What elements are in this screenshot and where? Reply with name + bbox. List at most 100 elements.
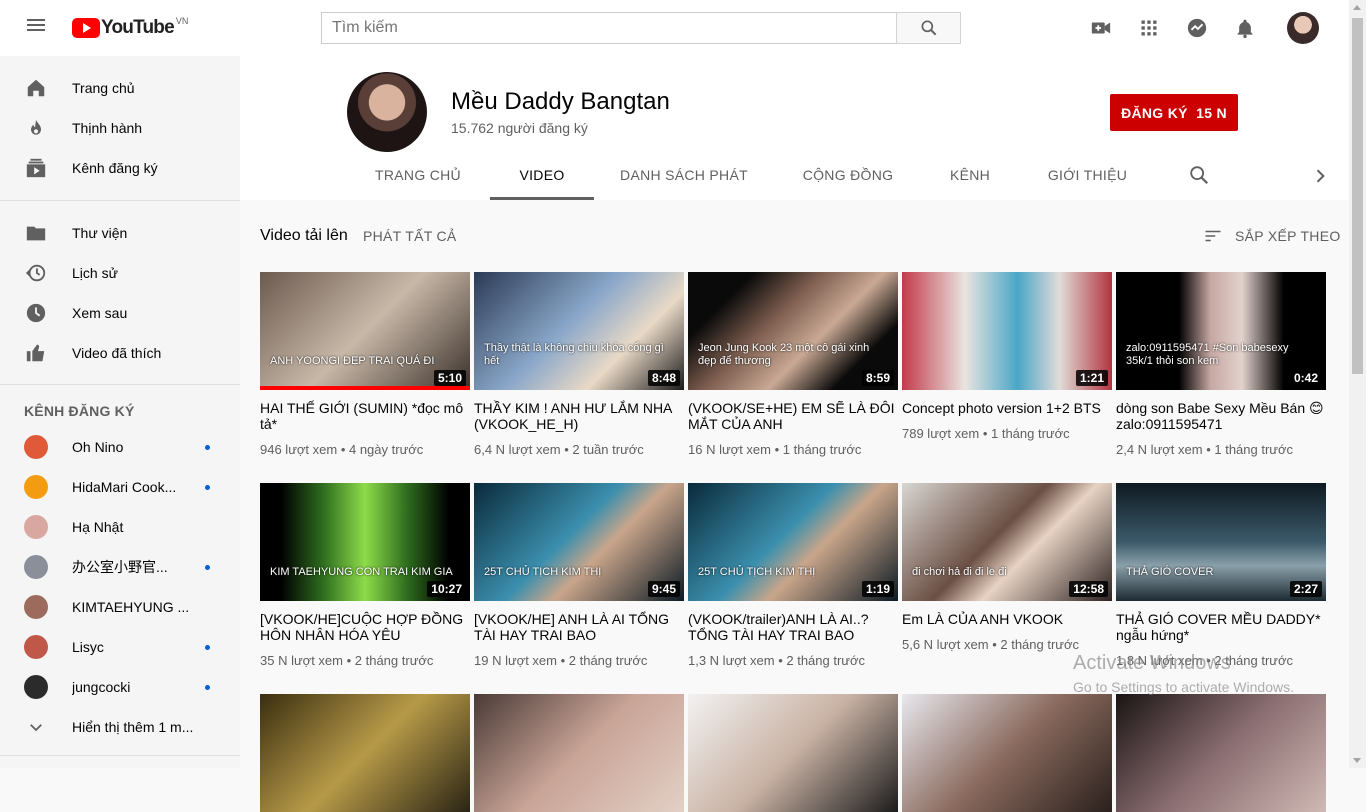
sidebar-item-library[interactable]: Thư viện xyxy=(0,213,240,253)
tab-about[interactable]: GIỚI THIỆU xyxy=(1040,160,1135,200)
subscription-item[interactable]: HidaMari Cook... xyxy=(0,467,240,507)
upload-age: 2 tuần trước xyxy=(572,442,644,457)
bell-icon[interactable] xyxy=(1233,16,1257,40)
messages-icon[interactable] xyxy=(1185,16,1209,40)
subscription-name: jungcocki xyxy=(72,679,131,695)
home-icon xyxy=(24,76,48,100)
video-card[interactable] xyxy=(902,694,1112,812)
play-all-button[interactable]: PHÁT TẤT CẢ xyxy=(363,228,457,244)
view-count: 789 lượt xem xyxy=(902,426,980,441)
video-thumbnail[interactable]: đi chơi hả đi đi le đi 12:58 xyxy=(902,483,1112,601)
video-thumbnail[interactable] xyxy=(902,694,1112,812)
search-box[interactable] xyxy=(321,12,897,44)
subscription-name: Hạ Nhật xyxy=(72,519,124,535)
video-title[interactable]: Concept photo version 1+2 BTS xyxy=(902,400,1112,416)
video-thumbnail[interactable] xyxy=(1116,694,1326,812)
tab-home[interactable]: TRANG CHỦ xyxy=(364,160,472,200)
search-input[interactable] xyxy=(332,19,886,37)
subscription-item[interactable]: 办公室小野官... xyxy=(0,547,240,587)
video-card[interactable]: 25T CHỦ TỊCH KIM THỊ 1:19 (VKOOK/trailer)A… xyxy=(688,483,898,668)
video-thumbnail[interactable]: ANH YOONGI ĐẸP TRAI QUÁ ĐI 5:10 xyxy=(260,272,470,390)
scrollbar-thumb[interactable] xyxy=(1352,18,1363,374)
scroll-up-arrow[interactable] xyxy=(1353,5,1361,10)
video-card[interactable] xyxy=(260,694,470,812)
video-title[interactable]: HAI THẾ GIỚI (SUMIN) *đọc mô tả* xyxy=(260,400,470,432)
video-title[interactable]: THẢ GIÓ COVER MỀU DADDY* ngẫu hứng* xyxy=(1116,611,1326,643)
menu-icon[interactable] xyxy=(24,16,48,40)
top-bar: YouTube VN xyxy=(0,0,1349,56)
video-title[interactable]: [VKOOK/HE]CUỘC HỢP ĐỒNG HÔN NHÂN HÓA YÊU xyxy=(260,611,470,643)
youtube-logo[interactable]: YouTube VN xyxy=(72,16,188,39)
video-card[interactable]: ANH YOONGI ĐẸP TRAI QUÁ ĐI 5:10 HAI THẾ GI… xyxy=(260,272,470,457)
apps-icon[interactable] xyxy=(1137,16,1161,40)
video-card[interactable]: 1:21 Concept photo version 1+2 BTS 789 lượ… xyxy=(902,272,1112,441)
video-card[interactable]: Thầy thật là không chịu khỏa cổng gì hết… xyxy=(474,272,684,457)
video-thumbnail[interactable]: Thầy thật là không chịu khỏa cổng gì hết… xyxy=(474,272,684,390)
video-thumbnail[interactable]: KIM TAEHYUNG CON TRAI KIM GIA 10:27 xyxy=(260,483,470,601)
video-camera-icon[interactable] xyxy=(1089,16,1113,40)
subscription-item[interactable]: jungcocki xyxy=(0,667,240,707)
sidebar-item-trending[interactable]: Thịnh hành xyxy=(0,108,240,148)
scroll-down-arrow[interactable] xyxy=(1353,758,1361,763)
sidebar-item-watch-later[interactable]: Xem sau xyxy=(0,293,240,333)
video-thumbnail[interactable]: Jeon Jung Kook 23 một cô gái xinh đẹp để… xyxy=(688,272,898,390)
thumbnail-caption: Thầy thật là không chịu khỏa cổng gì hết xyxy=(484,342,664,367)
video-title[interactable]: Em LÀ CỦA ANH VKOOK xyxy=(902,611,1112,627)
video-thumbnail[interactable]: zalo:0911595471 #Son babesexy 35k/1 thỏi… xyxy=(1116,272,1326,390)
upload-age: 1 tháng trước xyxy=(1214,442,1294,457)
sidebar-item-liked-videos[interactable]: Video đã thích xyxy=(0,333,240,373)
sidebar-item-label: Thịnh hành xyxy=(72,120,143,136)
video-title[interactable]: [VKOOK/HE] ANH LÀ AI TỔNG TÀI HAY TRAI B… xyxy=(474,611,684,643)
video-card[interactable]: KIM TAEHYUNG CON TRAI KIM GIA 10:27 [VKOOK… xyxy=(260,483,470,668)
subscription-item[interactable]: Lisyc xyxy=(0,627,240,667)
upload-age: 2 tháng trước xyxy=(354,653,434,668)
tab-videos[interactable]: VIDEO xyxy=(490,160,594,200)
view-count: 5,6 N lượt xem xyxy=(902,637,989,652)
video-card[interactable]: đi chơi hả đi đi le đi 12:58 Em LÀ CỦA ANH… xyxy=(902,483,1112,652)
avatar[interactable] xyxy=(1287,12,1319,44)
video-card[interactable] xyxy=(1116,694,1326,812)
subscription-item[interactable]: Hạ Nhật xyxy=(0,507,240,547)
video-card[interactable]: THẢ GIÓ COVER 2:27 THẢ GIÓ COVER MỀU DADDY… xyxy=(1116,483,1326,668)
channel-search-icon[interactable] xyxy=(1188,164,1212,188)
sidebar-item-home[interactable]: Trang chủ xyxy=(0,68,240,108)
scrollbar[interactable] xyxy=(1349,0,1366,768)
meta-separator: • xyxy=(979,426,991,441)
video-thumbnail[interactable]: THẢ GIÓ COVER 2:27 xyxy=(1116,483,1326,601)
chevron-right-icon[interactable] xyxy=(1310,166,1330,186)
view-count: 16 N lượt xem xyxy=(688,442,771,457)
video-title[interactable]: dòng son Babe Sexy Mều Bán 😊zalo:0911595… xyxy=(1116,400,1326,432)
meta-separator: • xyxy=(560,442,573,457)
show-more-button[interactable]: Hiển thị thêm 1 m... xyxy=(0,707,240,747)
video-thumbnail[interactable]: 1:21 xyxy=(902,272,1112,390)
video-card[interactable]: zalo:0911595471 #Son babesexy 35k/1 thỏi… xyxy=(1116,272,1326,457)
video-thumbnail[interactable]: 25T CHỦ TỊCH KIM THỊ 9:45 xyxy=(474,483,684,601)
video-card[interactable]: Jeon Jung Kook 23 một cô gái xinh đẹp để… xyxy=(688,272,898,457)
video-thumbnail[interactable]: 25T CHỦ TỊCH KIM THỊ 1:19 xyxy=(688,483,898,601)
sort-by-button[interactable]: SẮP XẾP THEO xyxy=(1203,224,1341,248)
tab-community[interactable]: CỘNG ĐỒNG xyxy=(793,160,903,200)
subscribe-button[interactable]: ĐĂNG KÝ 15 N xyxy=(1110,94,1238,131)
video-card[interactable]: 25T CHỦ TỊCH KIM THỊ 9:45 [VKOOK/HE] ANH L… xyxy=(474,483,684,668)
video-thumbnail[interactable] xyxy=(688,694,898,812)
tab-channels[interactable]: KÊNH xyxy=(940,160,1000,200)
subscription-item[interactable]: KIMTAEHYUNG ... xyxy=(0,587,240,627)
subscription-item[interactable]: Oh Nino xyxy=(0,427,240,467)
video-meta: 789 lượt xem • 1 tháng trước xyxy=(902,426,1112,441)
channel-avatar[interactable] xyxy=(347,72,427,152)
video-title[interactable]: (VKOOK/SE+HE) EM SẼ LÀ ĐÔI MẮT CỦA ANH xyxy=(688,400,898,432)
video-card[interactable] xyxy=(688,694,898,812)
channel-avatar xyxy=(24,675,48,699)
sidebar: Trang chủ Thịnh hành Kênh đăng ký Thư vi… xyxy=(0,56,240,768)
sidebar-item-subscriptions[interactable]: Kênh đăng ký xyxy=(0,148,240,188)
view-count: 2,4 N lượt xem xyxy=(1116,442,1203,457)
video-title[interactable]: (VKOOK/trailer)ANH LÀ AI..? TỔNG TÀI HAY… xyxy=(688,611,898,643)
tab-playlists[interactable]: DANH SÁCH PHÁT xyxy=(614,160,754,200)
video-card[interactable] xyxy=(474,694,684,812)
video-title[interactable]: THẦY KIM ! ANH HƯ LẮM NHA (VKOOK_HE_H) xyxy=(474,400,684,432)
video-thumbnail[interactable] xyxy=(260,694,470,812)
search-button[interactable] xyxy=(896,12,961,44)
sidebar-item-history[interactable]: Lịch sử xyxy=(0,253,240,293)
view-count: 6,4 N lượt xem xyxy=(474,442,561,457)
video-thumbnail[interactable] xyxy=(474,694,684,812)
